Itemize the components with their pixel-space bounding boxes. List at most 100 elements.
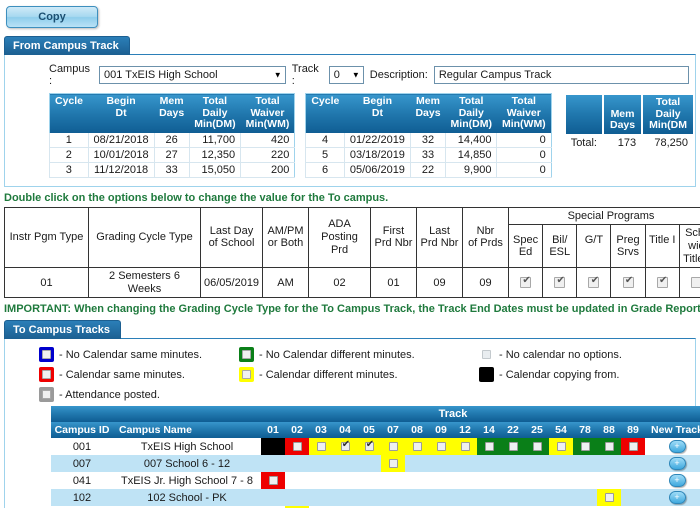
- cell-special-program-3[interactable]: [610, 267, 646, 299]
- th-new-track: New Track: [645, 422, 700, 439]
- checkbox-icon[interactable]: [604, 493, 614, 503]
- track-cell-12[interactable]: [453, 438, 477, 456]
- legend-swatch-icon: [39, 367, 54, 383]
- new-track-cell[interactable]: +: [645, 489, 700, 507]
- legend-item-0: - No Calendar same minutes.: [39, 347, 239, 363]
- checkbox-icon[interactable]: [554, 275, 566, 289]
- checkbox-icon[interactable]: [520, 275, 532, 289]
- copy-button[interactable]: Copy: [6, 6, 98, 28]
- track-cell-89: [621, 455, 645, 473]
- checkbox-icon[interactable]: [340, 439, 352, 452]
- checkbox-icon[interactable]: [580, 442, 590, 452]
- checkbox-icon[interactable]: [622, 275, 635, 289]
- add-track-plus-icon[interactable]: +: [668, 457, 686, 471]
- track-select[interactable]: 0 ▼: [328, 66, 364, 84]
- checkbox-icon[interactable]: [460, 442, 470, 452]
- checkbox-icon[interactable]: [388, 442, 398, 452]
- track-cell-swatch[interactable]: [333, 438, 357, 456]
- track-cell-54: [549, 489, 573, 507]
- checkbox-icon[interactable]: [604, 442, 614, 452]
- track-cell-swatch[interactable]: [285, 438, 309, 456]
- cell-last-day-of-school[interactable]: 06/05/2019: [200, 267, 263, 299]
- track-cell-07[interactable]: [381, 455, 405, 473]
- track-cell-03[interactable]: [309, 438, 333, 456]
- track-cell-88[interactable]: [597, 438, 621, 456]
- track-cell-swatch[interactable]: [573, 438, 597, 456]
- track-cell-swatch[interactable]: [309, 438, 333, 456]
- track-cell-25[interactable]: [525, 438, 549, 456]
- checkbox-icon[interactable]: [532, 442, 542, 452]
- track-cell-09[interactable]: [429, 438, 453, 456]
- new-track-cell[interactable]: +: [645, 455, 700, 473]
- checkbox-icon[interactable]: [656, 275, 669, 289]
- track-cell-swatch[interactable]: [477, 438, 501, 456]
- track-cell-02[interactable]: [285, 438, 309, 456]
- checkbox-icon[interactable]: [628, 442, 638, 452]
- checkbox-icon[interactable]: [588, 275, 600, 289]
- track-cell-89[interactable]: [621, 438, 645, 456]
- track-cell-swatch[interactable]: [453, 438, 477, 456]
- cell-instr-pgm-type[interactable]: 01: [4, 267, 89, 299]
- cell-special-program-1[interactable]: [542, 267, 578, 299]
- checkbox-icon[interactable]: [436, 442, 446, 452]
- track-cell-07[interactable]: [381, 438, 405, 456]
- track-cell-14[interactable]: [477, 438, 501, 456]
- add-track-plus-icon[interactable]: +: [668, 491, 686, 505]
- track-cell-swatch[interactable]: [381, 455, 405, 473]
- th-sp-3: Preg Srvs: [610, 224, 646, 269]
- cell-special-program-2[interactable]: [576, 267, 612, 299]
- cell-special-program-0[interactable]: [507, 267, 544, 299]
- checkbox-icon[interactable]: [316, 442, 326, 452]
- th-track-07: 07: [381, 422, 405, 439]
- track-cell-swatch[interactable]: [621, 438, 645, 456]
- track-cell-swatch[interactable]: [429, 438, 453, 456]
- track-cell-08[interactable]: [405, 438, 429, 456]
- track-cell-swatch[interactable]: [597, 438, 621, 456]
- cell-ada-posting-prd[interactable]: 02: [308, 267, 371, 299]
- cell-grading-cycle-type[interactable]: 2 Semesters 6 Weeks: [88, 267, 201, 299]
- cell-special-program-4[interactable]: [644, 267, 680, 299]
- checkbox-icon[interactable]: [690, 277, 700, 289]
- chevron-down-icon: ▼: [351, 70, 360, 80]
- table-header-row: Cycle Begin Dt Mem Days Total Daily Min(DM): [49, 93, 295, 133]
- track-cell-swatch[interactable]: [261, 472, 285, 490]
- track-cell-54[interactable]: [549, 438, 573, 456]
- cell-special-program-5[interactable]: [678, 267, 700, 299]
- checkbox-icon[interactable]: [364, 439, 376, 452]
- checkbox-icon[interactable]: [268, 476, 278, 486]
- track-cell-swatch[interactable]: [501, 438, 525, 456]
- track-cell-01[interactable]: [261, 438, 285, 456]
- track-cell-88[interactable]: [597, 489, 621, 507]
- track-cell-01[interactable]: [261, 472, 285, 490]
- checkbox-icon[interactable]: [388, 459, 398, 469]
- cell-first-prd-nbr[interactable]: 01: [370, 267, 417, 299]
- description-input[interactable]: [433, 66, 689, 84]
- track-cell-78[interactable]: [573, 438, 597, 456]
- track-cell-04[interactable]: [333, 438, 357, 456]
- campus-select-value: 001 TxEIS High School: [104, 69, 218, 81]
- checkbox-icon[interactable]: [508, 442, 518, 452]
- cell-am-pm-or-both[interactable]: AM: [262, 267, 309, 299]
- track-cell-22[interactable]: [501, 438, 525, 456]
- track-cell-swatch[interactable]: [405, 438, 429, 456]
- checkbox-icon[interactable]: [412, 442, 422, 452]
- add-track-plus-icon[interactable]: +: [668, 440, 686, 454]
- track-cell-swatch[interactable]: [381, 438, 405, 456]
- checkbox-icon[interactable]: [556, 442, 566, 452]
- track-cell-swatch[interactable]: [357, 438, 381, 456]
- cell-last-prd-nbr[interactable]: 09: [416, 267, 463, 299]
- campus-select[interactable]: 001 TxEIS High School ▼: [99, 66, 286, 84]
- new-track-cell[interactable]: +: [645, 472, 700, 490]
- new-track-cell[interactable]: +: [645, 438, 700, 456]
- checkbox-icon[interactable]: [484, 442, 494, 452]
- track-cell-05[interactable]: [357, 438, 381, 456]
- track-cell-swatch[interactable]: [525, 438, 549, 456]
- legend-label: - Calendar same minutes.: [59, 368, 185, 381]
- checkbox-icon[interactable]: [292, 442, 302, 452]
- cell-nbr-of-prds[interactable]: 09: [462, 267, 509, 299]
- track-cell-08: [405, 455, 429, 473]
- add-track-plus-icon[interactable]: +: [668, 474, 686, 488]
- track-cell-swatch[interactable]: [549, 438, 573, 456]
- th-campus-id: Campus ID: [51, 422, 113, 439]
- track-cell-swatch[interactable]: [597, 489, 621, 507]
